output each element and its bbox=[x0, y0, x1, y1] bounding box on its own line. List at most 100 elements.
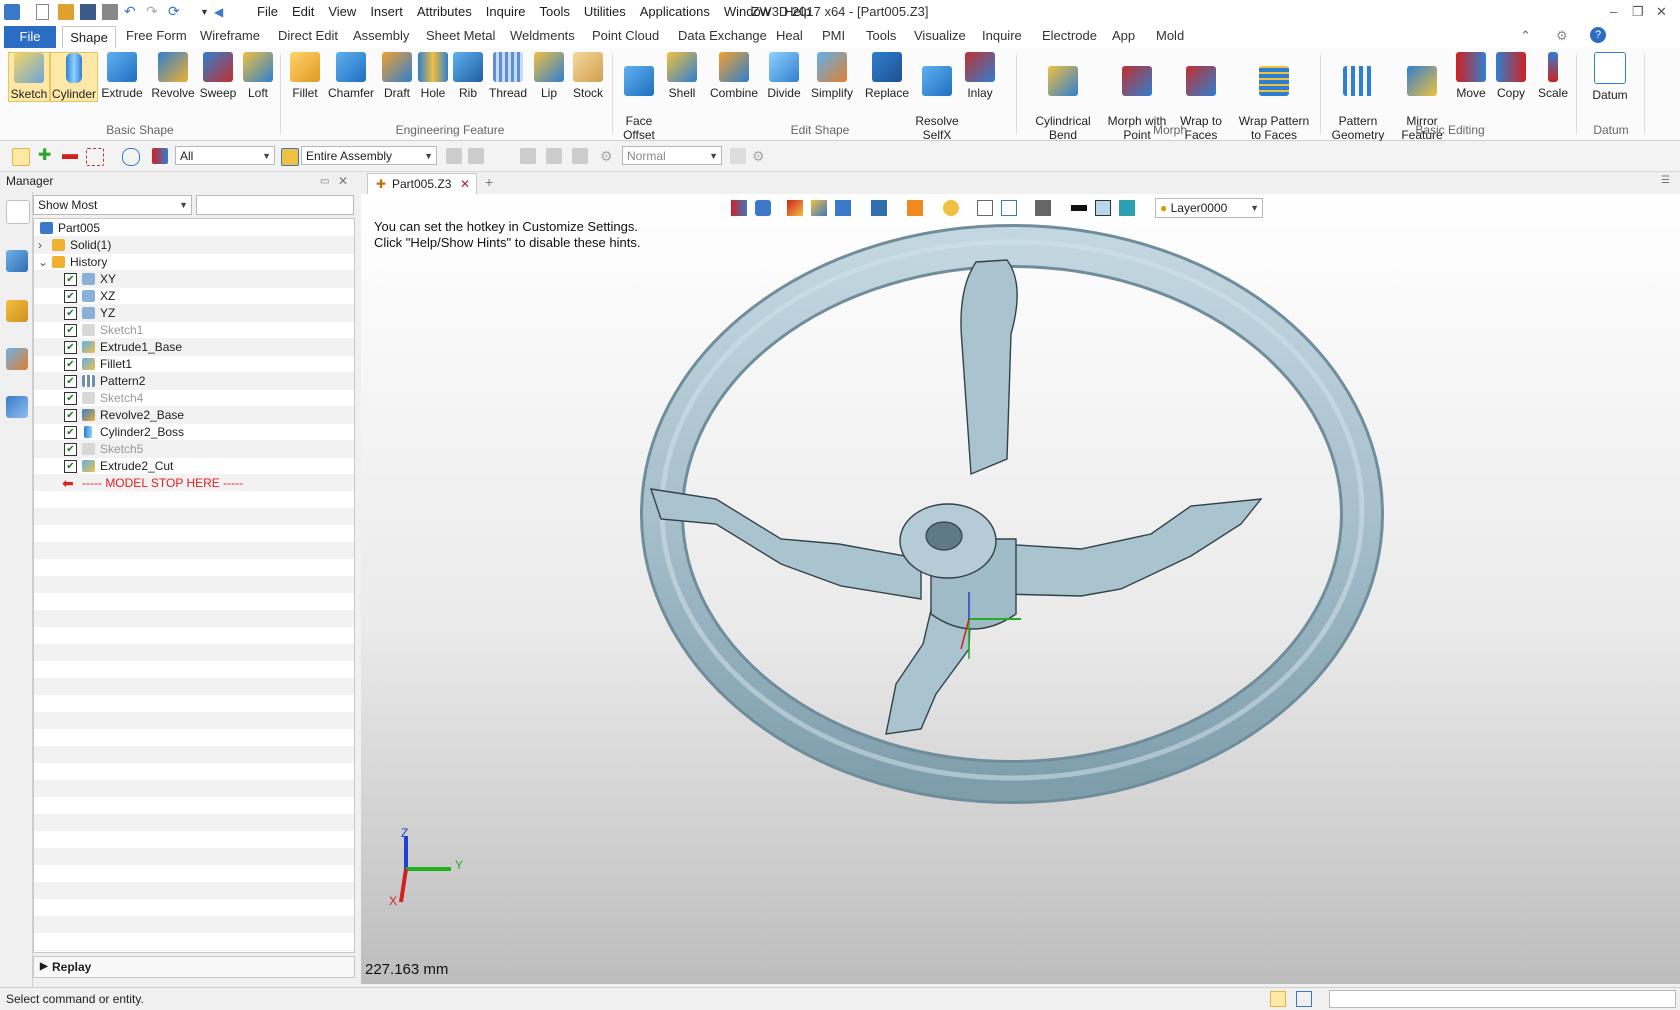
scope-select[interactable]: Entire Assembly ▼ bbox=[301, 146, 437, 165]
tab-sheet-metal[interactable]: Sheet Metal bbox=[426, 24, 495, 48]
new-file-icon[interactable] bbox=[36, 4, 49, 20]
tab-free-form[interactable]: Free Form bbox=[126, 24, 187, 48]
new-tab-icon[interactable]: + bbox=[485, 174, 493, 190]
visibility-checkbox[interactable]: ✔ bbox=[64, 341, 77, 354]
menu-help[interactable]: Help bbox=[777, 0, 818, 24]
visibility-checkbox[interactable]: ✔ bbox=[64, 409, 77, 422]
toolbar-tool-icon[interactable] bbox=[446, 148, 462, 164]
3d-viewport[interactable]: You can set the hotkey in Customize Sett… bbox=[361, 194, 1680, 984]
visibility-checkbox[interactable]: ✔ bbox=[64, 307, 77, 320]
visibility-checkbox[interactable]: ✔ bbox=[64, 375, 77, 388]
tab-data-exchange[interactable]: Data Exchange bbox=[678, 24, 767, 48]
list-item[interactable]: ✔ Sketch4 bbox=[34, 389, 354, 407]
replace-button[interactable]: Replace bbox=[862, 52, 912, 100]
tree-history-node[interactable]: ⌄ History bbox=[34, 253, 354, 271]
shell-button[interactable]: Shell bbox=[664, 52, 700, 100]
list-item[interactable]: ✔ YZ bbox=[34, 304, 354, 322]
copy-button[interactable]: Copy bbox=[1492, 52, 1530, 100]
tree-solid-node[interactable]: › Solid(1) bbox=[34, 236, 354, 254]
replay-bar[interactable]: ▶ Replay bbox=[33, 956, 355, 978]
user-icon[interactable] bbox=[6, 396, 28, 418]
regen-icon[interactable]: ⟳ bbox=[168, 4, 184, 20]
visibility-checkbox[interactable]: ✔ bbox=[64, 460, 77, 473]
thread-button[interactable]: Thread bbox=[486, 52, 530, 100]
filter-select[interactable]: All ▼ bbox=[175, 146, 275, 165]
tab-shape[interactable]: Shape bbox=[62, 26, 116, 49]
visibility-checkbox[interactable]: ✔ bbox=[64, 324, 77, 337]
list-item[interactable]: ✔ XY bbox=[34, 270, 354, 288]
visibility-checkbox[interactable]: ✔ bbox=[64, 392, 77, 405]
list-item[interactable]: ✔ Revolve2_Base bbox=[34, 406, 354, 424]
extrude-button[interactable]: Extrude bbox=[100, 52, 144, 100]
chevron-down-icon[interactable]: ⌄ bbox=[38, 253, 48, 271]
restore-button[interactable]: ❐ bbox=[1632, 4, 1644, 20]
menu-window[interactable]: Window bbox=[717, 0, 777, 24]
tab-pmi[interactable]: PMI bbox=[822, 24, 845, 48]
rib-button[interactable]: Rib bbox=[452, 52, 484, 100]
minimize-button[interactable]: – bbox=[1610, 4, 1617, 19]
list-view-icon[interactable] bbox=[1296, 991, 1312, 1007]
hole-button[interactable]: Hole bbox=[416, 52, 450, 100]
redo-icon[interactable]: ↷ bbox=[146, 4, 162, 20]
tab-app[interactable]: App bbox=[1112, 24, 1135, 48]
scale-button[interactable]: Scale bbox=[1534, 52, 1572, 100]
save-icon[interactable] bbox=[80, 4, 96, 20]
toolbar-tool-icon[interactable] bbox=[468, 148, 484, 164]
visibility-checkbox[interactable]: ✔ bbox=[64, 426, 77, 439]
pick-mode-icon[interactable] bbox=[12, 148, 30, 166]
fillet-button[interactable]: Fillet bbox=[286, 52, 324, 100]
tab-mold[interactable]: Mold bbox=[1156, 24, 1184, 48]
assembly-scope-icon[interactable] bbox=[281, 148, 299, 166]
chamfer-button[interactable]: Chamfer bbox=[326, 52, 376, 100]
tab-inquire[interactable]: Inquire bbox=[982, 24, 1022, 48]
lasso-icon[interactable] bbox=[122, 148, 140, 166]
close-button[interactable]: ✕ bbox=[1656, 4, 1667, 20]
toolbar-tool-icon[interactable] bbox=[572, 148, 588, 164]
toolbar-tool-icon[interactable] bbox=[520, 148, 536, 164]
view-manager-icon[interactable] bbox=[6, 348, 28, 370]
remove-icon[interactable]: ▬ bbox=[62, 147, 78, 164]
tab-electrode[interactable]: Electrode bbox=[1042, 24, 1097, 48]
tab-assembly[interactable]: Assembly bbox=[353, 24, 409, 48]
tree-root[interactable]: Part005 bbox=[34, 219, 354, 237]
add-icon[interactable]: ✚ bbox=[38, 148, 54, 164]
assembly-manager-icon[interactable] bbox=[6, 250, 28, 272]
tree-search-input[interactable] bbox=[196, 195, 354, 215]
menu-edit[interactable]: Edit bbox=[285, 0, 321, 24]
tab-part005[interactable]: ✚ Part005.Z3 ✕ bbox=[367, 173, 477, 194]
list-item[interactable]: ✔ Cylinder2_Boss bbox=[34, 423, 354, 441]
command-input[interactable] bbox=[1329, 990, 1676, 1008]
settings-gear-icon[interactable]: ⚙ bbox=[1556, 24, 1568, 48]
draft-button[interactable]: Draft bbox=[380, 52, 414, 100]
tab-heal[interactable]: Heal bbox=[776, 24, 803, 48]
pin-icon[interactable]: ▭ bbox=[320, 172, 329, 191]
print-icon[interactable] bbox=[102, 4, 118, 20]
menu-insert[interactable]: Insert bbox=[363, 0, 410, 24]
model-stop-marker[interactable]: ⬅ ----- MODEL STOP HERE ----- bbox=[34, 474, 354, 492]
visibility-checkbox[interactable]: ✔ bbox=[64, 358, 77, 371]
revolve-button[interactable]: Revolve bbox=[150, 52, 196, 100]
move-button[interactable]: Move bbox=[1452, 52, 1490, 100]
sweep-button[interactable]: Sweep bbox=[198, 52, 238, 100]
menu-applications[interactable]: Applications bbox=[633, 0, 717, 24]
feature-manager-icon[interactable] bbox=[6, 300, 28, 322]
show-filter-select[interactable]: Show Most ▼ bbox=[33, 195, 192, 215]
undo-icon[interactable]: ↶ bbox=[124, 4, 140, 20]
mode-select[interactable]: Normal ▼ bbox=[622, 146, 722, 165]
model-steering-wheel[interactable] bbox=[361, 194, 1680, 984]
toolbar-tool-icon[interactable] bbox=[546, 148, 562, 164]
menu-inquire[interactable]: Inquire bbox=[479, 0, 533, 24]
gear-icon[interactable]: ⚙ bbox=[600, 148, 616, 164]
tab-point-cloud[interactable]: Point Cloud bbox=[592, 24, 659, 48]
stock-button[interactable]: Stock bbox=[568, 52, 608, 100]
gear-icon[interactable]: ⚙ bbox=[752, 148, 768, 164]
lip-button[interactable]: Lip bbox=[532, 52, 566, 100]
close-icon[interactable]: ✕ bbox=[460, 174, 470, 194]
tab-tools[interactable]: Tools bbox=[866, 24, 896, 48]
visibility-checkbox[interactable]: ✔ bbox=[64, 273, 77, 286]
open-file-icon[interactable] bbox=[58, 4, 74, 20]
help-icon[interactable]: ? bbox=[1590, 27, 1606, 43]
divide-button[interactable]: Divide bbox=[764, 52, 804, 100]
menu-tools[interactable]: Tools bbox=[533, 0, 577, 24]
menu-view[interactable]: View bbox=[321, 0, 363, 24]
